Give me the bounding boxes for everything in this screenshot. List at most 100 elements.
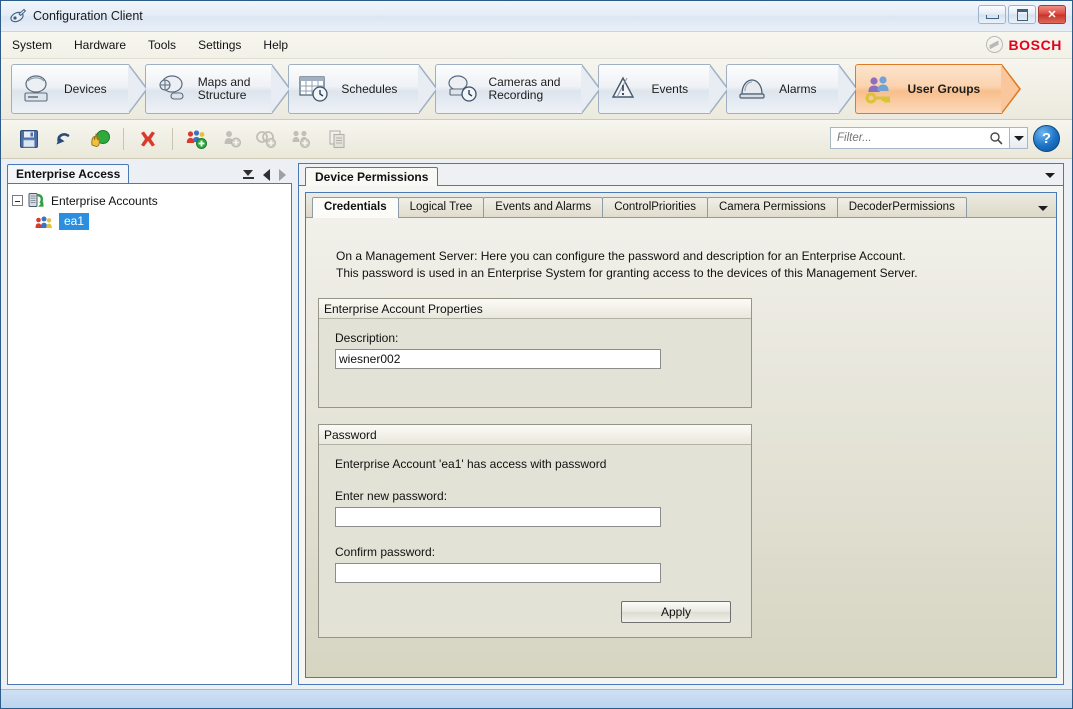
ribbon-tab-user-groups[interactable]: User Groups: [854, 64, 1021, 114]
group-content: Description:: [319, 319, 751, 407]
bosch-logo: BOSCH: [986, 36, 1062, 53]
password-group: Password Enterprise Account 'ea1' has ac…: [318, 424, 752, 638]
cameras-recording-icon: [444, 72, 480, 106]
tab-camera-permissions[interactable]: Camera Permissions: [707, 197, 838, 217]
group-title: Password: [319, 425, 751, 445]
bosch-emblem-icon: [986, 36, 1004, 53]
maximize-button[interactable]: [1008, 5, 1036, 24]
description-line-2: This password is used in an Enterprise S…: [336, 266, 918, 280]
tab-logical-tree[interactable]: Logical Tree: [397, 197, 485, 217]
tab-enterprise-access[interactable]: Enterprise Access: [7, 164, 130, 183]
maps-structure-icon: [154, 72, 190, 106]
add-user-pair-icon: [286, 123, 318, 155]
ribbon-tab-alarms[interactable]: Alarms: [726, 64, 858, 114]
activate-configuration-icon[interactable]: [83, 123, 115, 155]
device-permissions-container: Device Permissions Credentials Logical T…: [298, 163, 1064, 685]
credentials-content: On a Management Server: Here you can con…: [306, 218, 1056, 677]
ribbon-tab-devices[interactable]: Devices: [11, 64, 148, 114]
ribbon-tab-label: Devices: [64, 81, 107, 96]
ribbon-tab-bar: Devices Maps and Structure Schedules Cam…: [1, 59, 1072, 120]
user-groups-key-icon: [864, 72, 900, 106]
title-bar: Configuration Client ✕: [1, 1, 1072, 32]
save-icon[interactable]: [13, 123, 45, 155]
status-bar: [1, 689, 1072, 708]
apply-button[interactable]: Apply: [621, 601, 731, 623]
password-info-text: Enterprise Account 'ea1' has access with…: [335, 457, 607, 471]
window-controls: ✕: [978, 5, 1066, 24]
device-permissions-tab-row: Device Permissions: [299, 164, 1063, 186]
new-password-input[interactable]: [335, 507, 661, 527]
tab-credentials[interactable]: Credentials: [312, 197, 399, 218]
user-group-icon: [34, 213, 54, 231]
left-panel-tools: [243, 169, 286, 181]
ribbon-tab-events[interactable]: Events: [598, 64, 729, 114]
group-title: Enterprise Account Properties: [319, 299, 751, 319]
ribbon-tab-maps-and-structure[interactable]: Maps and Structure: [144, 64, 292, 114]
close-button[interactable]: ✕: [1038, 5, 1066, 24]
right-panel: Device Permissions Credentials Logical T…: [296, 159, 1072, 689]
camera-device-icon: [20, 72, 56, 106]
ribbon-tab-label: Alarms: [779, 81, 817, 96]
copy-icon: [321, 123, 353, 155]
credentials-description: On a Management Server: Here you can con…: [336, 248, 1044, 282]
minimize-button[interactable]: [978, 5, 1006, 24]
tab-control-priorities[interactable]: ControlPriorities: [602, 197, 708, 217]
panel-menu-chevron-down-icon[interactable]: [1045, 173, 1055, 178]
main-toolbar: ?: [1, 120, 1072, 159]
credentials-panel: Credentials Logical Tree Events and Alar…: [305, 192, 1057, 678]
tab-overflow-chevron-down-icon[interactable]: [1038, 206, 1048, 211]
left-panel: Enterprise Access Enterprise Accounts ea…: [1, 159, 296, 689]
confirm-password-input[interactable]: [335, 563, 661, 583]
delete-icon[interactable]: [132, 123, 164, 155]
ribbon-tab-cameras-and-recording[interactable]: Cameras and Recording: [435, 64, 602, 114]
ribbon-tab-schedules[interactable]: Schedules: [288, 64, 439, 114]
tab-device-permissions[interactable]: Device Permissions: [305, 167, 439, 186]
application-window: Configuration Client ✕ System Hardware T…: [0, 0, 1073, 709]
menu-item-hardware[interactable]: Hardware: [63, 35, 137, 55]
description-input[interactable]: [335, 349, 661, 369]
expander-icon[interactable]: [12, 195, 23, 206]
search-icon[interactable]: [989, 131, 1003, 145]
add-user-group-icon[interactable]: [181, 123, 213, 155]
menu-item-system[interactable]: System: [1, 35, 63, 55]
menu-item-settings[interactable]: Settings: [187, 35, 252, 55]
enterprise-access-tree[interactable]: Enterprise Accounts ea1: [7, 183, 292, 685]
nav-back-icon[interactable]: [263, 169, 270, 181]
group-content: Enterprise Account 'ea1' has access with…: [319, 445, 751, 637]
events-warning-icon: [607, 72, 643, 106]
ribbon-tab-label: Maps and Structure: [197, 75, 251, 102]
menu-bar: System Hardware Tools Settings Help BOSC…: [1, 32, 1072, 59]
undo-icon[interactable]: [48, 123, 80, 155]
filter-input-wrapper[interactable]: [830, 127, 1010, 149]
filter-control: [830, 127, 1028, 149]
menu-item-help[interactable]: Help: [252, 35, 299, 55]
description-line-1: On a Management Server: Here you can con…: [336, 249, 906, 263]
tab-decoder-permissions[interactable]: DecoderPermissions: [836, 197, 967, 217]
enterprise-accounts-icon: [26, 192, 46, 210]
alarms-siren-icon: [735, 72, 771, 106]
help-button[interactable]: ?: [1033, 125, 1060, 152]
ribbon-tab-label: Events: [651, 81, 689, 96]
main-body: Enterprise Access Enterprise Accounts ea…: [1, 159, 1072, 689]
tab-events-and-alarms[interactable]: Events and Alarms: [483, 197, 604, 217]
tree-node-ea1[interactable]: ea1: [12, 211, 287, 232]
toolbar-separator: [123, 128, 124, 150]
menu-item-tools[interactable]: Tools: [137, 35, 187, 55]
configuration-client-icon: [9, 7, 27, 25]
enterprise-account-properties-group: Enterprise Account Properties Descriptio…: [318, 298, 752, 408]
window-title: Configuration Client: [33, 9, 143, 23]
ribbon-tab-label: User Groups: [907, 81, 981, 96]
ribbon-tab-label: Cameras and Recording: [488, 75, 561, 102]
tree-node-label: ea1: [59, 213, 90, 230]
nav-forward-icon[interactable]: [279, 169, 286, 181]
left-panel-tab-row: Enterprise Access: [7, 163, 292, 183]
add-user-icon: [216, 123, 248, 155]
filter-input[interactable]: [835, 131, 989, 145]
collapse-all-icon[interactable]: [243, 169, 254, 181]
credentials-tab-row: Credentials Logical Tree Events and Alar…: [306, 193, 1056, 218]
tree-node-enterprise-accounts[interactable]: Enterprise Accounts: [12, 190, 287, 211]
filter-dropdown-button[interactable]: [1010, 127, 1028, 149]
chevron-down-icon: [1013, 135, 1024, 141]
ribbon-tab-label: Schedules: [341, 81, 398, 96]
toolbar-separator: [172, 128, 173, 150]
